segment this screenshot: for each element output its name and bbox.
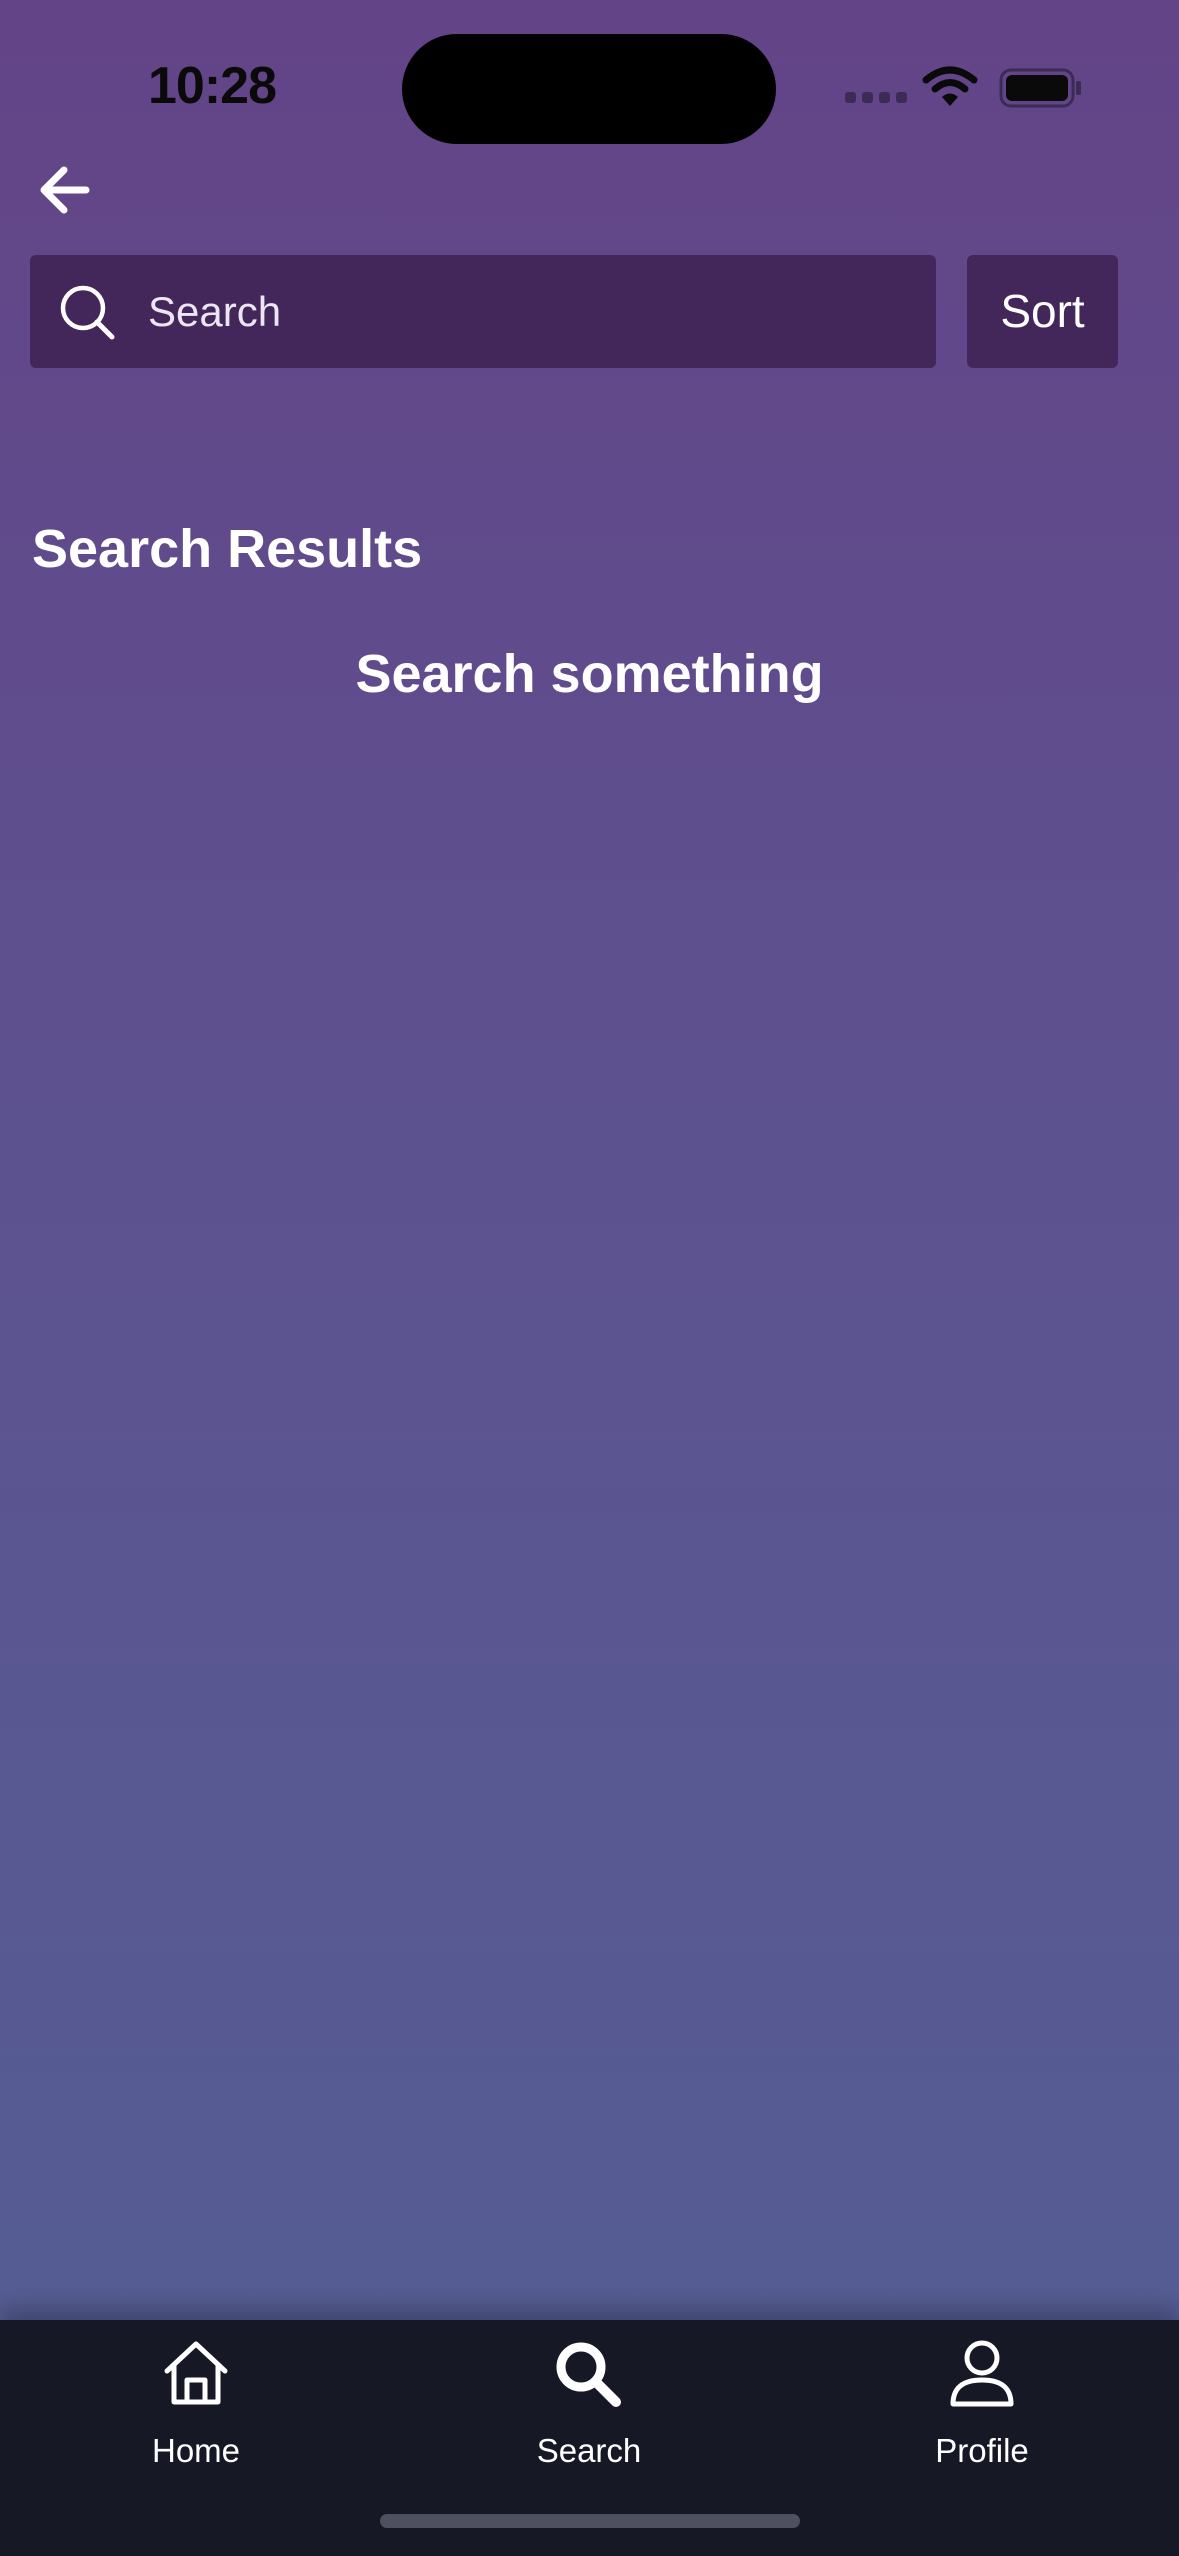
battery-icon [999, 68, 1081, 108]
home-indicator [380, 2514, 800, 2528]
dynamic-island [402, 34, 776, 144]
tab-label-profile: Profile [935, 2432, 1029, 2469]
tab-search[interactable]: Search [459, 2320, 719, 2490]
wifi-icon [922, 66, 978, 106]
arrow-left-icon [40, 166, 90, 214]
status-time: 10:28 [148, 57, 277, 115]
status-bar: 10:28 [0, 0, 1179, 170]
back-button[interactable] [34, 160, 98, 220]
cellular-signal-icon [845, 92, 907, 106]
tab-label-search: Search [536, 2432, 642, 2469]
empty-state-message: Search something [355, 644, 824, 704]
search-input[interactable] [146, 275, 910, 349]
search-icon [60, 285, 115, 340]
sort-button[interactable]: Sort [967, 255, 1118, 368]
tab-profile[interactable]: Profile [852, 2320, 1112, 2490]
tab-home[interactable]: Home [66, 2320, 326, 2490]
profile-icon [950, 2340, 1014, 2407]
search-bar[interactable] [30, 255, 936, 368]
tab-label-home: Home [151, 2432, 241, 2469]
home-icon [164, 2341, 228, 2405]
search-icon [556, 2342, 621, 2407]
results-heading: Search Results [32, 519, 423, 579]
tab-bar: Home Search Profile [0, 2320, 1179, 2556]
